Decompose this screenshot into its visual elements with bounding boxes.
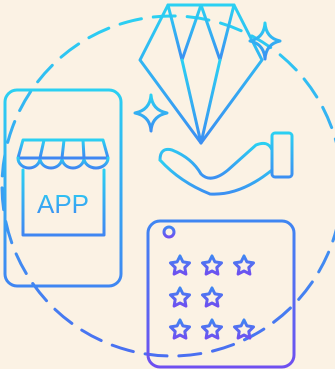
diamond-icon [138, 3, 264, 145]
rating-star-icon [169, 318, 191, 340]
dashed-circle [0, 14, 335, 358]
sparkle-icon-large [248, 21, 282, 61]
rating-star-icon [169, 254, 191, 276]
sparkle-icon-small [133, 93, 169, 133]
rating-star-icon [201, 318, 223, 340]
phone-store-icon [3, 88, 123, 288]
rating-star-icon [201, 286, 223, 308]
rating-star-icon [233, 318, 255, 340]
illustration-canvas: APP [0, 3, 335, 369]
store-label: APP [37, 189, 89, 219]
hand-icon [158, 131, 308, 196]
illustration: APP [0, 0, 335, 369]
rating-star-icon [169, 286, 191, 308]
